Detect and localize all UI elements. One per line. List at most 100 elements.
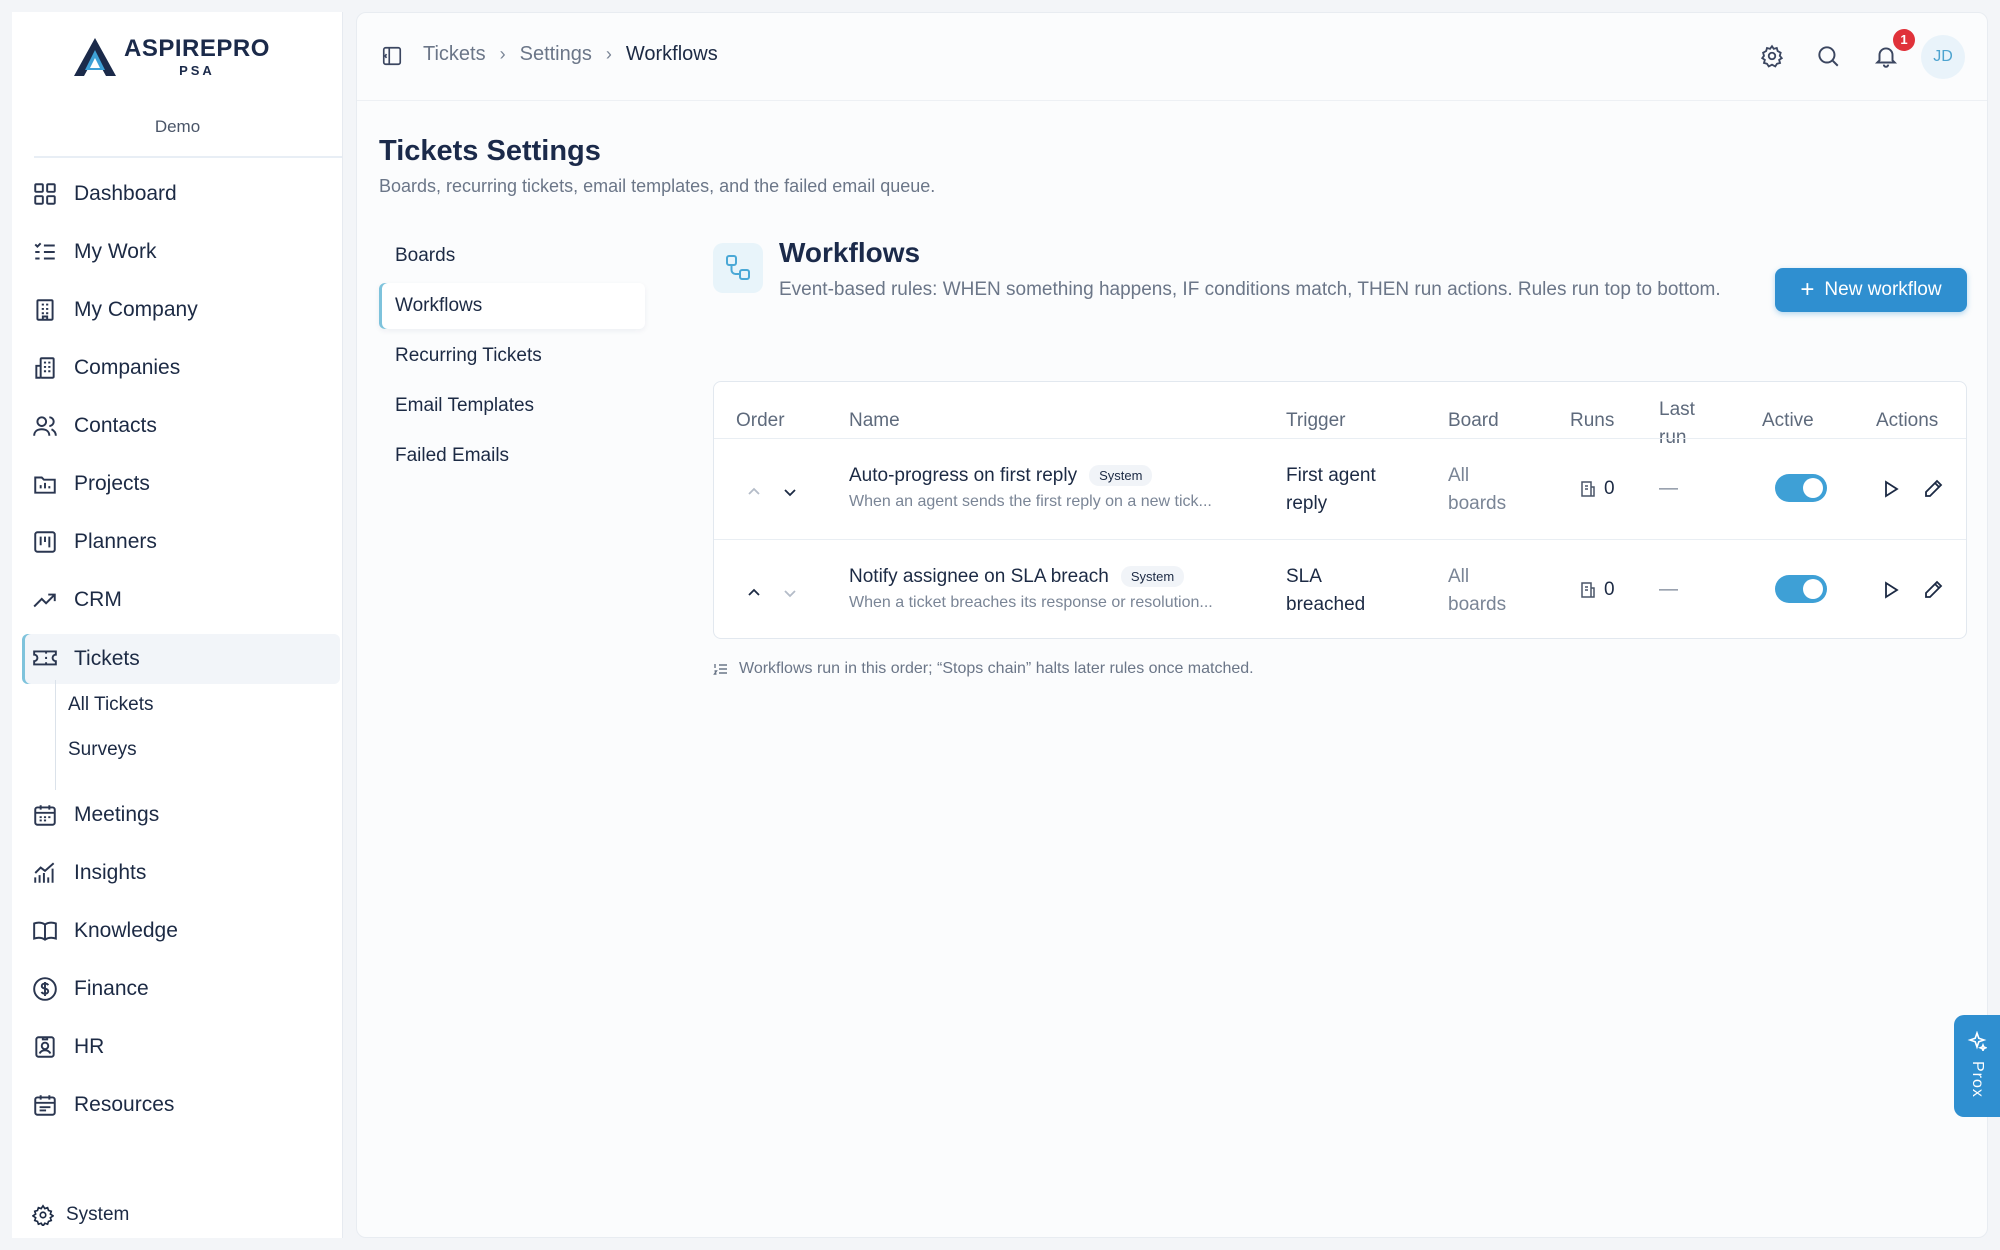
contacts-icon [33,416,57,436]
workflow-name-cell[interactable]: Notify assignee on SLA breach System When… [849,566,1213,612]
workflow-description: When an agent sends the first reply on a… [849,493,1212,510]
settings-nav-workflows[interactable]: Workflows [379,283,645,329]
trigger-line-1: First agent [1286,465,1376,486]
chevron-up-icon[interactable] [744,583,764,603]
brand-logo[interactable]: ASPIREPRO PSA [72,36,270,78]
active-toggle[interactable] [1775,474,1827,502]
sidebar-item-my-work[interactable]: My Work [22,227,342,277]
column-header-active: Active [1762,410,1814,431]
sidebar-item-crm[interactable]: CRM [22,575,342,625]
board-line-2: boards [1448,493,1507,514]
assistant-label: Prox [1969,1061,1986,1098]
page-title: Tickets Settings [379,135,601,167]
system-label: System [66,1204,130,1225]
order-footnote: Workflows run in this order; “Stops chai… [713,660,1254,678]
sidebar-item-label: Tickets [74,647,140,670]
chevron-up-icon[interactable] [744,482,764,502]
book-icon [33,921,57,941]
sparkle-icon [1967,1031,1987,1051]
workflow-icon [726,255,750,280]
sidebar-item-label: Finance [74,977,149,1000]
sidebar-item-companies[interactable]: Companies [22,343,342,393]
sidebar-item-label: CRM [74,588,122,611]
main-panel: Tickets › Settings › Workflows 1 JD Tick… [356,12,1988,1238]
sidebar-item-label: Resources [74,1093,175,1116]
gear-icon[interactable] [1759,43,1785,69]
edit-icon[interactable] [1922,478,1944,500]
submenu-guide-line [55,680,56,790]
badge-icon [35,1036,55,1058]
history-icon [1581,582,1595,598]
dashboard-icon [34,183,56,205]
sidebar: ASPIREPRO PSA Demo Dashboard My Work My … [12,12,343,1238]
ticket-icon [33,650,57,666]
runs-cell: 0 [1578,579,1615,601]
sidebar-toggle-icon[interactable] [381,45,403,67]
sidebar-item-label: Companies [74,356,181,379]
page-subtitle: Boards, recurring tickets, email templat… [379,176,936,196]
sidebar-item-contacts[interactable]: Contacts [22,401,342,451]
workflow-name: Auto-progress on first reply [849,465,1078,486]
settings-nav-failed-emails[interactable]: Failed Emails [379,433,645,479]
history-icon [1581,481,1595,497]
board-cell: All boards [1448,563,1506,619]
footnote-text: Workflows run in this order; “Stops chai… [739,660,1254,677]
sidebar-divider [34,156,342,158]
sidebar-item-finance[interactable]: Finance [22,964,342,1014]
building-icon [36,299,54,321]
play-icon[interactable] [1880,579,1902,601]
sidebar-item-insights[interactable]: Insights [22,848,342,898]
top-bar: Tickets › Settings › Workflows 1 JD [357,13,1987,101]
runs-count: 0 [1604,478,1615,499]
sidebar-subitem-surveys[interactable]: Surveys [68,739,137,761]
sidebar-item-label: HR [74,1035,105,1058]
sidebar-item-label: Projects [74,472,150,495]
sidebar-item-my-company[interactable]: My Company [22,285,342,335]
sidebar-item-planners[interactable]: Planners [22,517,342,567]
chevron-right-icon: › [605,44,612,64]
sidebar-item-label: Dashboard [74,182,177,205]
play-icon[interactable] [1880,478,1902,500]
runs-cell: 0 [1578,478,1615,500]
sidebar-item-projects[interactable]: Projects [22,459,342,509]
chevron-down-icon[interactable] [780,583,800,603]
dollar-icon [33,977,57,1001]
settings-nav-recurring-tickets[interactable]: Recurring Tickets [379,333,645,379]
sidebar-item-label: Insights [74,861,147,884]
sidebar-item-dashboard[interactable]: Dashboard [22,169,342,219]
projects-icon [34,476,56,494]
trend-icon [33,593,56,608]
column-header-board: Board [1448,410,1499,431]
column-header-last-run: Last run [1659,396,1695,452]
sidebar-item-hr[interactable]: HR [22,1022,342,1072]
sidebar-item-label: Meetings [74,803,160,826]
settings-nav-email-templates[interactable]: Email Templates [379,383,645,429]
last-run-cell: — [1659,478,1678,499]
board-line-1: All [1448,465,1470,486]
row-divider [714,539,1966,540]
workflow-name-cell[interactable]: Auto-progress on first reply System When … [849,465,1212,511]
column-header-trigger: Trigger [1286,410,1346,431]
sidebar-subitem-all-tickets[interactable]: All Tickets [68,694,154,716]
search-icon[interactable] [1815,43,1841,69]
sidebar-item-meetings[interactable]: Meetings [22,790,342,840]
sidebar-item-label: Contacts [74,414,157,437]
column-header-order: Order [736,410,785,431]
new-workflow-button[interactable]: + New workflow [1775,268,1967,312]
sidebar-item-resources[interactable]: Resources [22,1080,342,1130]
breadcrumb-tickets[interactable]: Tickets [423,43,486,66]
sidebar-item-system[interactable]: System [32,1204,129,1226]
sidebar-item-knowledge[interactable]: Knowledge [22,906,342,956]
sidebar-item-label: My Work [74,240,157,263]
breadcrumb-settings[interactable]: Settings [520,43,592,66]
chevron-down-icon[interactable] [780,482,800,502]
settings-nav-boards[interactable]: Boards [379,233,645,279]
insights-icon [34,862,55,883]
active-toggle[interactable] [1775,575,1827,603]
column-header-actions: Actions [1876,410,1939,431]
edit-icon[interactable] [1922,579,1944,601]
avatar[interactable]: JD [1921,35,1965,79]
assistant-tab[interactable]: Prox [1954,1015,2000,1117]
sidebar-item-tickets[interactable]: Tickets [22,634,340,684]
resources-icon [34,1095,56,1116]
